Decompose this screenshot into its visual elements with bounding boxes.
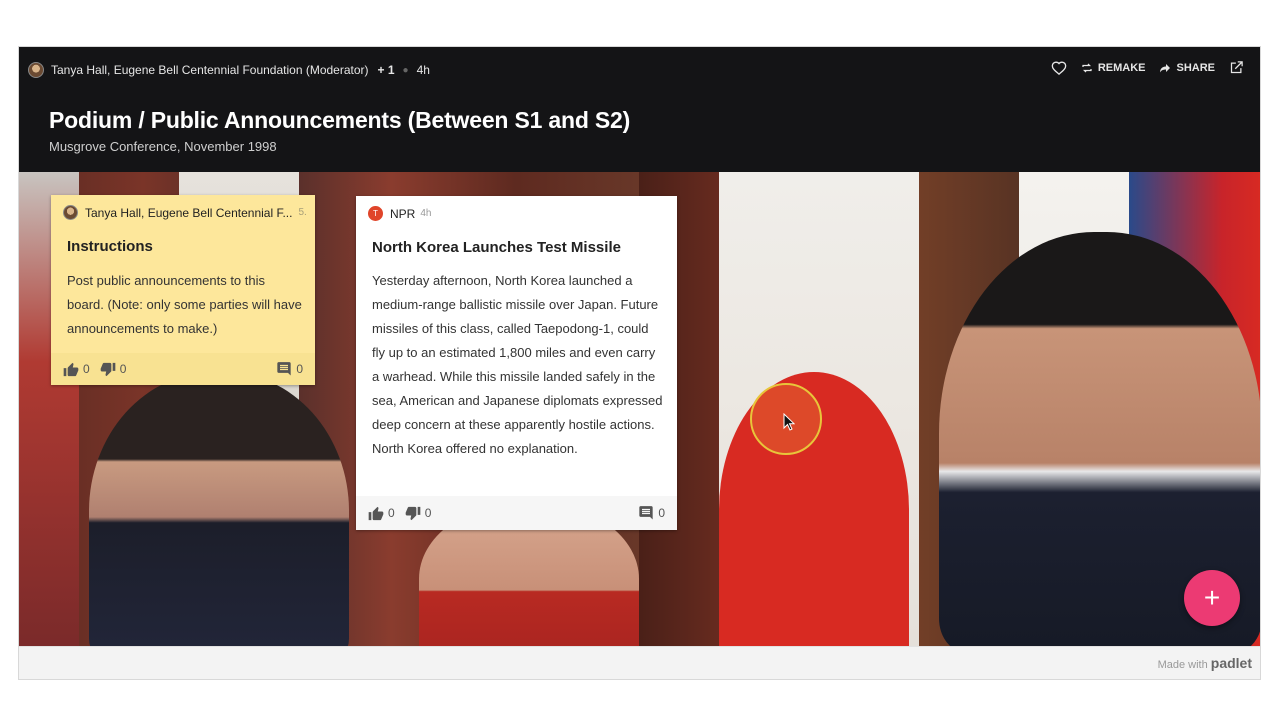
post-body: Yesterday afternoon, North Korea launche… [372, 273, 663, 456]
npr-avatar[interactable]: T [368, 206, 383, 221]
dislike-button[interactable]: 0 [100, 362, 127, 377]
thumbs-up-icon [368, 506, 384, 520]
board-meta: Tanya Hall, Eugene Bell Centennial Found… [28, 61, 430, 79]
thumbs-up-icon [63, 362, 79, 376]
board-author[interactable]: Tanya Hall, Eugene Bell Centennial Found… [51, 63, 369, 77]
made-with-padlet[interactable]: Made with padlet [1158, 655, 1252, 671]
remake-label: REMAKE [1097, 61, 1146, 74]
post-card-instructions[interactable]: Tanya Hall, Eugene Bell Centennial F... … [51, 195, 315, 385]
dislike-count: 0 [119, 362, 127, 376]
post-title: Instructions [67, 238, 153, 255]
external-link-icon [1230, 61, 1243, 74]
comment-count: 0 [296, 362, 303, 376]
post-header: Tanya Hall, Eugene Bell Centennial F... … [63, 205, 307, 220]
post-age: 5. [298, 207, 307, 218]
author-avatar[interactable] [28, 62, 44, 78]
comment-button[interactable]: 0 [638, 505, 665, 521]
comment-button[interactable]: 0 [276, 361, 303, 377]
made-with-label: Made with [1157, 659, 1208, 671]
comment-icon [277, 361, 291, 375]
dislike-button[interactable]: 0 [405, 506, 432, 521]
thumbs-down-icon [405, 506, 421, 520]
repeat-icon [1082, 63, 1092, 72]
heart-icon [1051, 61, 1067, 75]
like-button[interactable]: 0 [63, 362, 90, 377]
add-post-button[interactable]: + [1184, 570, 1240, 626]
board-subtitle: Musgrove Conference, November 1998 [49, 139, 277, 154]
padlet-logo: padlet [1210, 655, 1252, 671]
board-header: Tanya Hall, Eugene Bell Centennial Found… [19, 47, 1260, 172]
padlet-board: Tanya Hall, Eugene Bell Centennial Found… [18, 46, 1261, 680]
board-title: Podium / Public Announcements (Between S… [49, 107, 631, 133]
share-arrow-icon [1160, 63, 1171, 72]
author-avatar[interactable] [63, 205, 78, 220]
like-count: 0 [83, 362, 90, 376]
mouse-pointer-icon [783, 413, 795, 431]
open-external-button[interactable] [1229, 60, 1244, 75]
separator-dot: ● [402, 64, 409, 76]
post-age: 4h [420, 208, 432, 219]
post-footer: 0 0 0 [51, 353, 315, 385]
comment-icon [639, 505, 653, 519]
post-footer: 0 0 0 [356, 496, 677, 530]
post-author[interactable]: NPR [390, 207, 415, 221]
post-body: Post public announcements to this board.… [67, 273, 302, 336]
post-card-npr[interactable]: T NPR 4h North Korea Launches Test Missi… [356, 196, 677, 530]
share-label: SHARE [1176, 61, 1215, 74]
remake-button[interactable]: REMAKE [1081, 61, 1146, 74]
board-footer: Made with padlet [19, 646, 1260, 679]
like-button[interactable]: 0 [368, 506, 395, 521]
like-count: 0 [388, 506, 395, 520]
share-button[interactable]: SHARE [1159, 62, 1215, 74]
person-left [89, 372, 349, 648]
contributors-count[interactable]: + 1 [378, 63, 395, 77]
post-title: North Korea Launches Test Missile [372, 239, 621, 256]
board-age: 4h [416, 63, 430, 77]
post-author[interactable]: Tanya Hall, Eugene Bell Centennial F... [85, 206, 292, 220]
board-actions: REMAKE SHARE [1051, 60, 1244, 75]
like-board-button[interactable] [1051, 60, 1067, 75]
dislike-count: 0 [424, 506, 432, 520]
post-header: T NPR 4h [368, 206, 431, 221]
thumbs-down-icon [100, 362, 116, 376]
comment-count: 0 [658, 506, 665, 520]
